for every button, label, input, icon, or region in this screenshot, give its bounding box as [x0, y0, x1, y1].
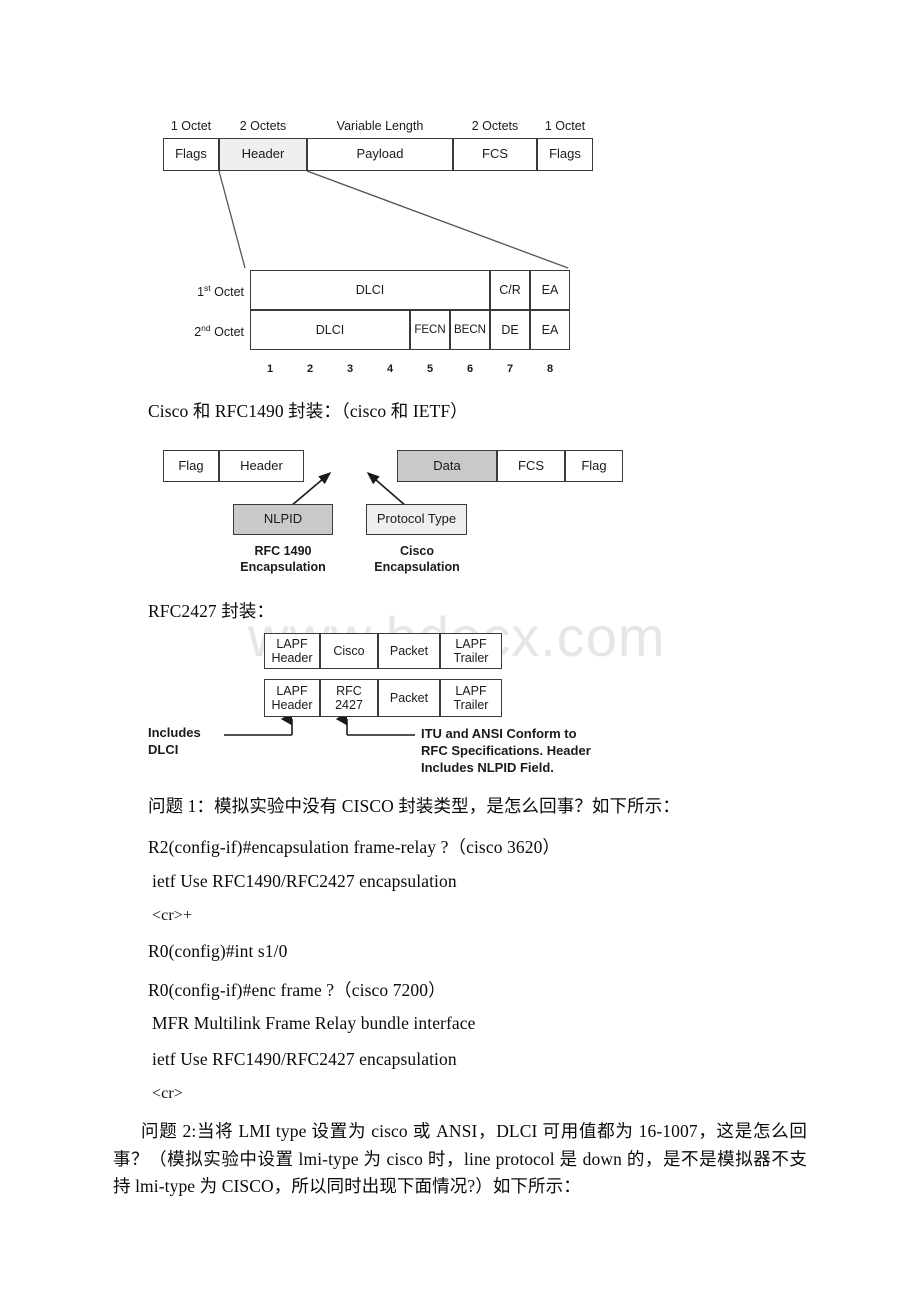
dlci-row2-dlci: DLCI: [250, 310, 410, 350]
rfc2427-row2-cell-0-line1: LAPF: [276, 684, 308, 698]
encap-caption-cisco: Cisco Encapsulation: [357, 543, 477, 575]
encap-caption-rfc1490: RFC 1490 Encapsulation: [223, 543, 343, 575]
rfc2427-row2-cell-3-line2: Trailer: [453, 698, 489, 712]
row-label-2nd-sup: nd: [201, 323, 211, 333]
row-label-1st-sup: st: [204, 283, 211, 293]
question-1-heading: 问题 1：模拟实验中没有 CISCO 封装类型，是怎么回事？如下所示：: [148, 796, 680, 816]
rfc2427-row2-cell-0: LAPF Header: [264, 679, 320, 717]
encap-right-fcs: FCS: [497, 450, 565, 482]
cli-line-r0-enc: R0(config-if)#enc frame ?（cisco 7200）: [148, 980, 446, 1000]
frame-field-payload: Payload: [307, 138, 453, 171]
encap-caption-rfc1490-line2: Encapsulation: [240, 560, 326, 574]
rfc2427-row1-cell-0: LAPF Header: [264, 633, 320, 669]
frame-field-flags-left: Flags: [163, 138, 219, 171]
rfc2427-row2-cell-2: Packet: [378, 679, 440, 717]
bit-number-4: 4: [386, 363, 394, 375]
rfc2427-row2-cell-3: LAPF Trailer: [440, 679, 502, 717]
length-label-4: 1 Octet: [544, 119, 586, 133]
dlci-row2-fecn: FECN: [410, 310, 450, 350]
encap-left-header: Header: [219, 450, 304, 482]
dlci-row2-ea: EA: [530, 310, 570, 350]
cli-line-r0-int: R0(config)#int s1/0: [148, 941, 288, 961]
encap-right-flag: Flag: [565, 450, 623, 482]
rfc2427-annotation-left-line1: Includes: [148, 725, 201, 740]
dlci-row1-ea: EA: [530, 270, 570, 310]
rfc2427-annotation-right-line2: RFC Specifications. Header: [421, 743, 591, 759]
dlci-row2-becn: BECN: [450, 310, 490, 350]
cli-line-cr: <cr>: [152, 1085, 183, 1102]
row-label-1st-base: 1: [197, 285, 205, 300]
dlci-row1-cr: C/R: [490, 270, 530, 310]
rfc2427-annotation-right-line3: Includes NLPID Field.: [421, 760, 554, 776]
rfc2427-row1-cell-3: LAPF Trailer: [440, 633, 502, 669]
bit-number-6: 6: [466, 363, 474, 375]
rfc2427-row1-cell-1: Cisco: [320, 633, 378, 669]
rfc2427-annotation-left-line2: DLCI: [148, 741, 179, 757]
rfc2427-annotation-left: Includes DLCI: [148, 725, 238, 759]
rfc2427-row1-cell-2: Packet: [378, 633, 440, 669]
rfc2427-row1-cell-3-line1: LAPF: [455, 637, 487, 651]
encap-caption-cisco-line2: Encapsulation: [374, 560, 460, 574]
rfc2427-row1-cell-0-line1: LAPF: [276, 637, 308, 651]
rfc2427-row1-cell-3-line2: Trailer: [453, 651, 489, 665]
bit-number-5: 5: [426, 363, 434, 375]
encap-caption-cisco-line1: Cisco: [399, 544, 435, 558]
frame-field-header: Header: [219, 138, 307, 171]
row-label-1st-octet: 1st Octet: [172, 283, 244, 299]
cli-line-cr-plus: <cr>+: [152, 907, 192, 924]
rfc2427-row1-cell-0-line2: Header: [271, 651, 313, 665]
question-2-paragraph: 问题 2:当将 LMI type 设置为 cisco 或 ANSI，DLCI 可…: [113, 1121, 807, 1197]
encap-callout-protocol-type: Protocol Type: [366, 504, 467, 535]
encap-callout-nlpid: NLPID: [233, 504, 333, 535]
rfc2427-row2-cell-1-line1: RFC: [336, 684, 362, 698]
length-label-0: 1 Octet: [170, 119, 212, 133]
encap-right-data: Data: [397, 450, 497, 482]
dlci-row1-dlci: DLCI: [250, 270, 490, 310]
row-label-2nd-octet: 2nd Octet: [172, 323, 244, 339]
cli-line-ietf-1: ietf Use RFC1490/RFC2427 encapsulation: [152, 871, 457, 891]
cli-line-ietf-2: ietf Use RFC1490/RFC2427 encapsulation: [152, 1049, 457, 1069]
rfc2427-annotation-right-line1: ITU and ANSI Conform to: [421, 726, 577, 741]
bit-number-8: 8: [546, 363, 554, 375]
cli-line-r2-encapsulation: R2(config-if)#encapsulation frame-relay …: [148, 837, 561, 857]
rfc2427-row2-cell-2-line1: Packet: [389, 691, 429, 705]
frame-field-flags-right: Flags: [537, 138, 593, 171]
row-label-2nd-octet-word: Octet: [214, 325, 244, 340]
rfc2427-row2-cell-1: RFC 2427: [320, 679, 378, 717]
encap-caption-rfc1490-line1: RFC 1490: [254, 544, 312, 558]
document-page: www.bdocx.com 1 Octet 2 Octets Variable …: [0, 0, 920, 1302]
dlci-row2-de: DE: [490, 310, 530, 350]
rfc2427-row2-cell-0-line2: Header: [271, 698, 313, 712]
bit-number-2: 2: [306, 363, 314, 375]
bit-number-7: 7: [506, 363, 514, 375]
bit-number-1: 1: [266, 363, 274, 375]
rfc2427-annotation-right: ITU and ANSI Conform to RFC Specificatio…: [421, 725, 681, 776]
row-label-1st-octet-word: Octet: [214, 285, 244, 300]
rfc2427-row2-cell-1-line2: 2427: [335, 698, 363, 712]
encap-left-flag: Flag: [163, 450, 219, 482]
cli-line-mfr: MFR Multilink Frame Relay bundle interfa…: [152, 1013, 476, 1033]
length-label-2: Variable Length: [336, 119, 424, 133]
length-label-1: 2 Octets: [239, 119, 287, 133]
bit-number-3: 3: [346, 363, 354, 375]
rfc2427-row1-cell-1-line1: Cisco: [333, 644, 365, 658]
length-label-3: 2 Octets: [471, 119, 519, 133]
frame-field-fcs: FCS: [453, 138, 537, 171]
rfc2427-row2-cell-3-line1: LAPF: [455, 684, 487, 698]
rfc2427-row1-cell-2-line1: Packet: [389, 644, 429, 658]
